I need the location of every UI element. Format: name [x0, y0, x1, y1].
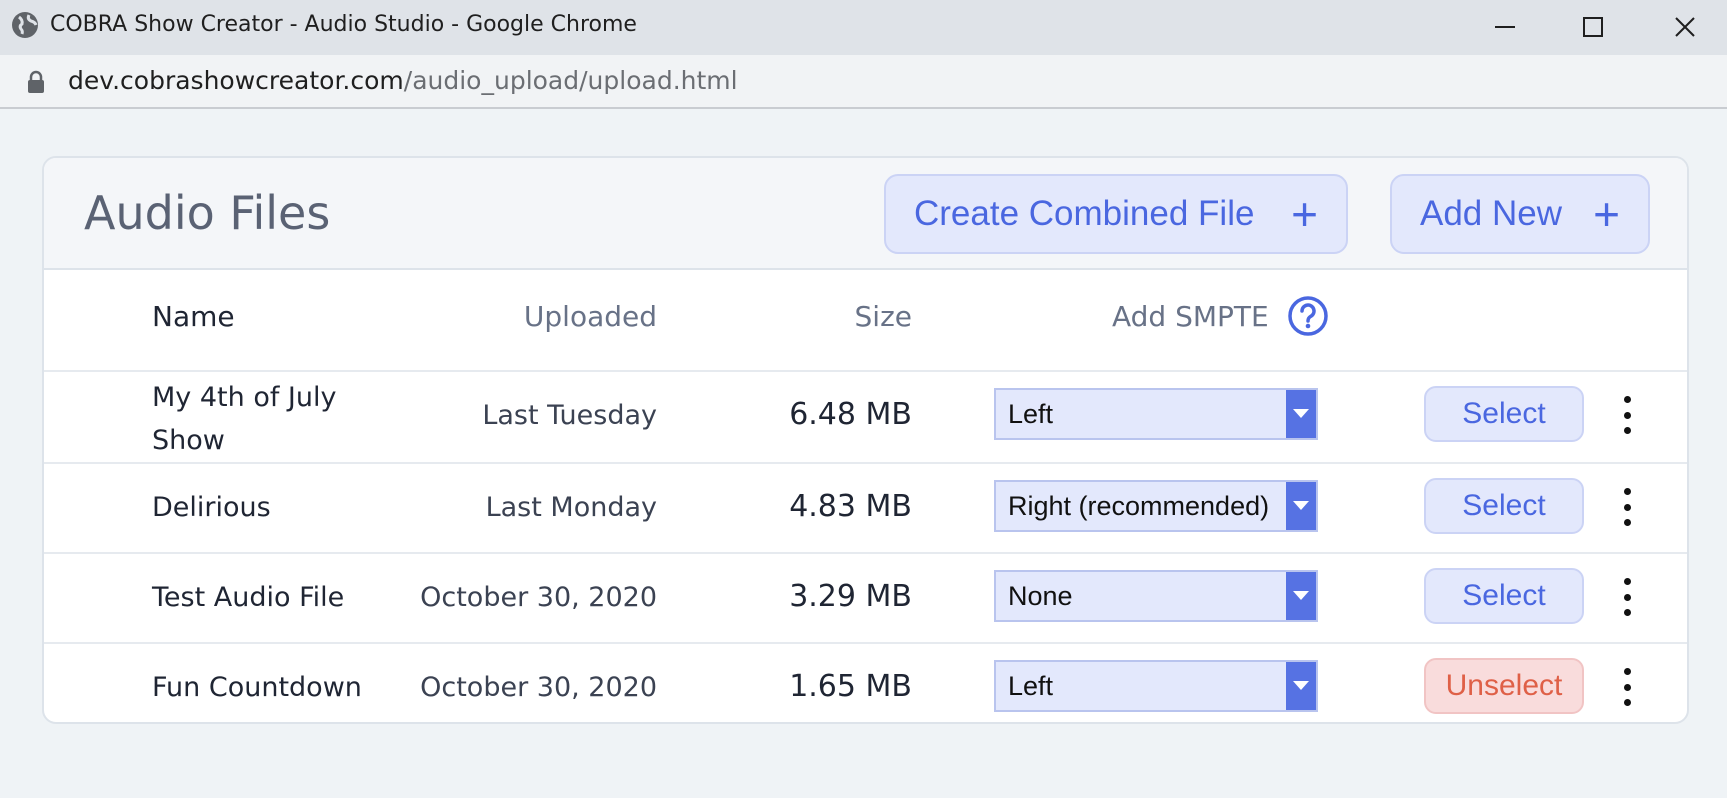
chevron-down-icon: [1286, 482, 1316, 530]
chevron-down-icon: [1286, 390, 1316, 438]
column-header-uploaded: Uploaded: [523, 300, 657, 333]
more-vertical-icon[interactable]: [1614, 484, 1640, 530]
chevron-down-icon: [1286, 662, 1316, 710]
window-title: COBRA Show Creator - Audio Studio - Goog…: [50, 12, 637, 37]
create-combined-file-button[interactable]: Create Combined File +: [884, 174, 1348, 254]
file-size: 4.83 MB: [789, 489, 912, 524]
file-name: Test Audio File: [152, 582, 345, 613]
uploaded-date: October 30, 2020: [420, 582, 657, 613]
add-new-label: Add New: [1420, 194, 1563, 233]
smpte-select-value: Left: [1008, 398, 1054, 429]
select-button[interactable]: Select: [1424, 386, 1584, 442]
file-name: My 4th of July Show: [152, 382, 337, 456]
more-vertical-icon[interactable]: [1614, 574, 1640, 620]
table-row: My 4th of July Show Last Tuesday 6.48 MB…: [44, 372, 1687, 462]
file-name: Fun Countdown: [152, 672, 362, 703]
minimize-icon: [1495, 26, 1515, 28]
minimize-button[interactable]: [1477, 5, 1533, 49]
file-size: 6.48 MB: [789, 397, 912, 432]
table-row: Delirious Last Monday 4.83 MB Right (rec…: [44, 464, 1687, 554]
lock-icon: [28, 70, 44, 93]
table-row: Test Audio File October 30, 2020 3.29 MB…: [44, 554, 1687, 644]
column-header-name: Name: [152, 300, 235, 333]
maximize-icon: [1583, 17, 1603, 37]
close-window-button[interactable]: [1657, 5, 1713, 49]
create-combined-file-label: Create Combined File: [914, 194, 1255, 233]
plus-icon: +: [1291, 188, 1318, 240]
globe-icon: [12, 12, 38, 38]
uploaded-date: Last Tuesday: [482, 400, 657, 431]
address-bar[interactable]: dev.cobrashowcreator.com/audio_upload/up…: [0, 55, 1727, 109]
help-icon[interactable]: [1286, 294, 1330, 338]
plus-icon: +: [1593, 188, 1620, 240]
smpte-select[interactable]: Left: [994, 660, 1318, 712]
file-size: 1.65 MB: [789, 669, 912, 704]
url-text[interactable]: dev.cobrashowcreator.com/audio_upload/up…: [68, 66, 738, 95]
table-row: Fun Countdown October 30, 2020 1.65 MB L…: [44, 644, 1687, 722]
smpte-select-value: None: [1008, 580, 1073, 611]
url-host: dev.cobrashowcreator.com: [68, 66, 404, 95]
uploaded-date: October 30, 2020: [420, 672, 657, 703]
url-path: /audio_upload/upload.html: [403, 66, 738, 95]
audio-files-card: Audio Files Create Combined File + Add N…: [42, 156, 1689, 724]
select-button[interactable]: Select: [1424, 568, 1584, 624]
smpte-select[interactable]: Left: [994, 388, 1318, 440]
smpte-select[interactable]: None: [994, 570, 1318, 622]
smpte-select-value: Left: [1008, 670, 1054, 701]
more-vertical-icon[interactable]: [1614, 392, 1640, 438]
browser-title-bar: COBRA Show Creator - Audio Studio - Goog…: [0, 0, 1727, 55]
select-button[interactable]: Select: [1424, 478, 1584, 534]
column-header-smpte: Add SMPTE: [1112, 300, 1269, 333]
card-header: Audio Files Create Combined File + Add N…: [44, 158, 1687, 270]
unselect-button[interactable]: Unselect: [1424, 658, 1584, 714]
smpte-select-value: Right (recommended): [1008, 490, 1270, 521]
chevron-down-icon: [1286, 572, 1316, 620]
close-icon: [1675, 17, 1695, 37]
uploaded-date: Last Monday: [485, 492, 657, 523]
file-name: Delirious: [152, 492, 271, 523]
file-size: 3.29 MB: [789, 579, 912, 614]
column-header-size: Size: [854, 300, 912, 333]
maximize-button[interactable]: [1565, 5, 1621, 49]
page-title: Audio Files: [84, 186, 331, 240]
more-vertical-icon[interactable]: [1614, 664, 1640, 710]
add-new-button[interactable]: Add New +: [1390, 174, 1650, 254]
smpte-select[interactable]: Right (recommended): [994, 480, 1318, 532]
